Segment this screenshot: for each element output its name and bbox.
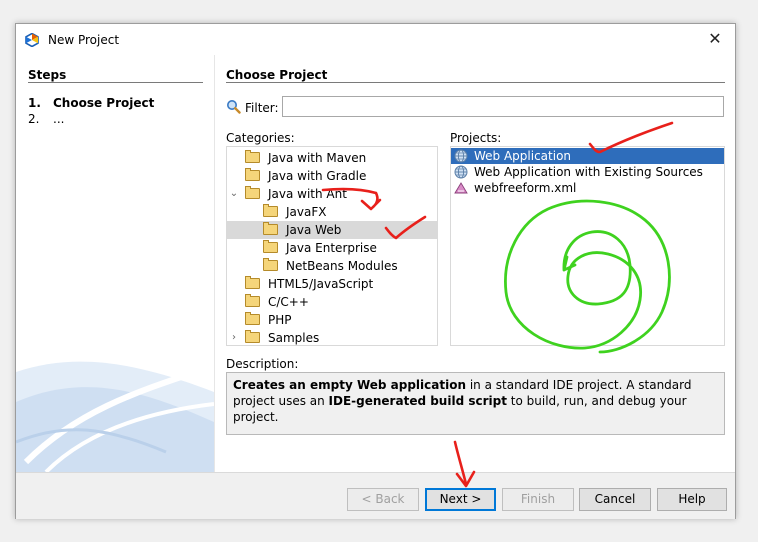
- folder-icon: [263, 222, 278, 235]
- next-button[interactable]: Next >: [425, 488, 496, 511]
- finish-button[interactable]: Finish: [502, 488, 574, 511]
- category-java-with-maven[interactable]: Java with Maven: [227, 149, 437, 167]
- project-label: webfreeform.xml: [474, 181, 577, 195]
- projects-label: Projects:: [450, 131, 502, 145]
- choose-project-panel: Choose Project Filter: Categories: Proje…: [215, 55, 735, 472]
- folder-icon: [263, 240, 278, 253]
- title-divider: [226, 82, 725, 83]
- category-label: Java Web: [286, 223, 342, 237]
- chevron-down-icon[interactable]: ⌄: [229, 185, 239, 203]
- title-bar: New Project ✕: [16, 24, 735, 55]
- category-java-enterprise[interactable]: Java Enterprise: [227, 239, 437, 257]
- categories-label: Categories:: [226, 131, 295, 145]
- globe-icon: [454, 149, 468, 163]
- category-javafx[interactable]: JavaFX: [227, 203, 437, 221]
- folder-icon: [245, 330, 260, 343]
- step-item-2: 2....: [28, 112, 64, 126]
- category-php[interactable]: PHP: [227, 311, 437, 329]
- description-box: Creates an empty Web application in a st…: [226, 372, 725, 435]
- project-web-application-existing-sources[interactable]: Web Application with Existing Sources: [451, 164, 724, 180]
- filter-label: Filter:: [245, 101, 279, 115]
- folder-icon: [245, 312, 260, 325]
- dialog-content: Steps 1. Choose Project 2.... Choose Proj…: [16, 55, 735, 472]
- new-project-dialog: New Project ✕ Steps 1. Choose Project 2..…: [15, 23, 736, 519]
- folder-icon: [245, 276, 260, 289]
- category-java-with-ant[interactable]: ⌄ Java with Ant: [227, 185, 437, 203]
- steps-panel: Steps 1. Choose Project 2....: [16, 55, 214, 472]
- cancel-button[interactable]: Cancel: [579, 488, 651, 511]
- folder-icon: [245, 294, 260, 307]
- category-label: Java with Maven: [268, 151, 367, 165]
- category-java-with-gradle[interactable]: Java with Gradle: [227, 167, 437, 185]
- step-label: ...: [53, 112, 65, 126]
- category-label: JavaFX: [286, 205, 327, 219]
- steps-divider: [28, 82, 203, 83]
- folder-icon: [263, 204, 278, 217]
- description-label: Description:: [226, 357, 299, 371]
- page-title: Choose Project: [226, 68, 328, 82]
- category-netbeans-modules[interactable]: NetBeans Modules: [227, 257, 437, 275]
- project-web-application[interactable]: Web Application: [451, 148, 724, 164]
- xml-file-icon: [454, 182, 468, 194]
- category-label: Java Enterprise: [286, 241, 377, 255]
- back-button[interactable]: < Back: [347, 488, 419, 511]
- globe-icon: [454, 165, 468, 179]
- netbeans-logo-icon: [25, 33, 39, 47]
- decorative-swoosh-graphic: [16, 361, 214, 472]
- chevron-right-icon[interactable]: ›: [229, 329, 239, 345]
- step-number: 1.: [28, 96, 41, 110]
- project-label: Web Application: [474, 149, 572, 163]
- category-label: NetBeans Modules: [286, 259, 398, 273]
- project-label: Web Application with Existing Sources: [474, 165, 703, 179]
- step-label: Choose Project: [53, 96, 155, 110]
- search-icon: [227, 100, 241, 114]
- step-item-1: 1. Choose Project: [28, 96, 154, 110]
- folder-icon: [245, 150, 260, 163]
- folder-icon: [263, 258, 278, 271]
- category-label: Java with Gradle: [268, 169, 367, 183]
- category-label: Samples: [268, 331, 320, 345]
- category-label: C/C++: [268, 295, 309, 309]
- step-number: 2.: [28, 112, 40, 126]
- categories-tree[interactable]: Java with Maven Java with Gradle ⌄ Java …: [226, 146, 438, 346]
- folder-icon: [245, 186, 260, 199]
- help-button[interactable]: Help: [657, 488, 727, 511]
- category-label: HTML5/JavaScript: [268, 277, 374, 291]
- category-c-cpp[interactable]: C/C++: [227, 293, 437, 311]
- projects-list[interactable]: Web Application Web Application with Exi…: [450, 146, 725, 346]
- category-java-web[interactable]: Java Web: [227, 221, 437, 239]
- description-bold-2: IDE-generated build script: [328, 394, 507, 408]
- description-bold-1: Creates an empty Web application: [233, 378, 467, 392]
- category-label: PHP: [268, 313, 292, 327]
- window-title: New Project: [48, 33, 120, 47]
- steps-title: Steps: [28, 68, 67, 82]
- category-samples[interactable]: › Samples: [227, 329, 437, 345]
- project-webfreeform-xml[interactable]: webfreeform.xml: [451, 180, 724, 196]
- button-bar: < Back Next > Finish Cancel Help: [16, 472, 735, 519]
- close-icon: ✕: [708, 29, 722, 48]
- category-html5-javascript[interactable]: HTML5/JavaScript: [227, 275, 437, 293]
- folder-icon: [245, 168, 260, 181]
- category-label: Java with Ant: [268, 187, 347, 201]
- filter-input[interactable]: [282, 96, 724, 117]
- close-button[interactable]: ✕: [695, 24, 735, 55]
